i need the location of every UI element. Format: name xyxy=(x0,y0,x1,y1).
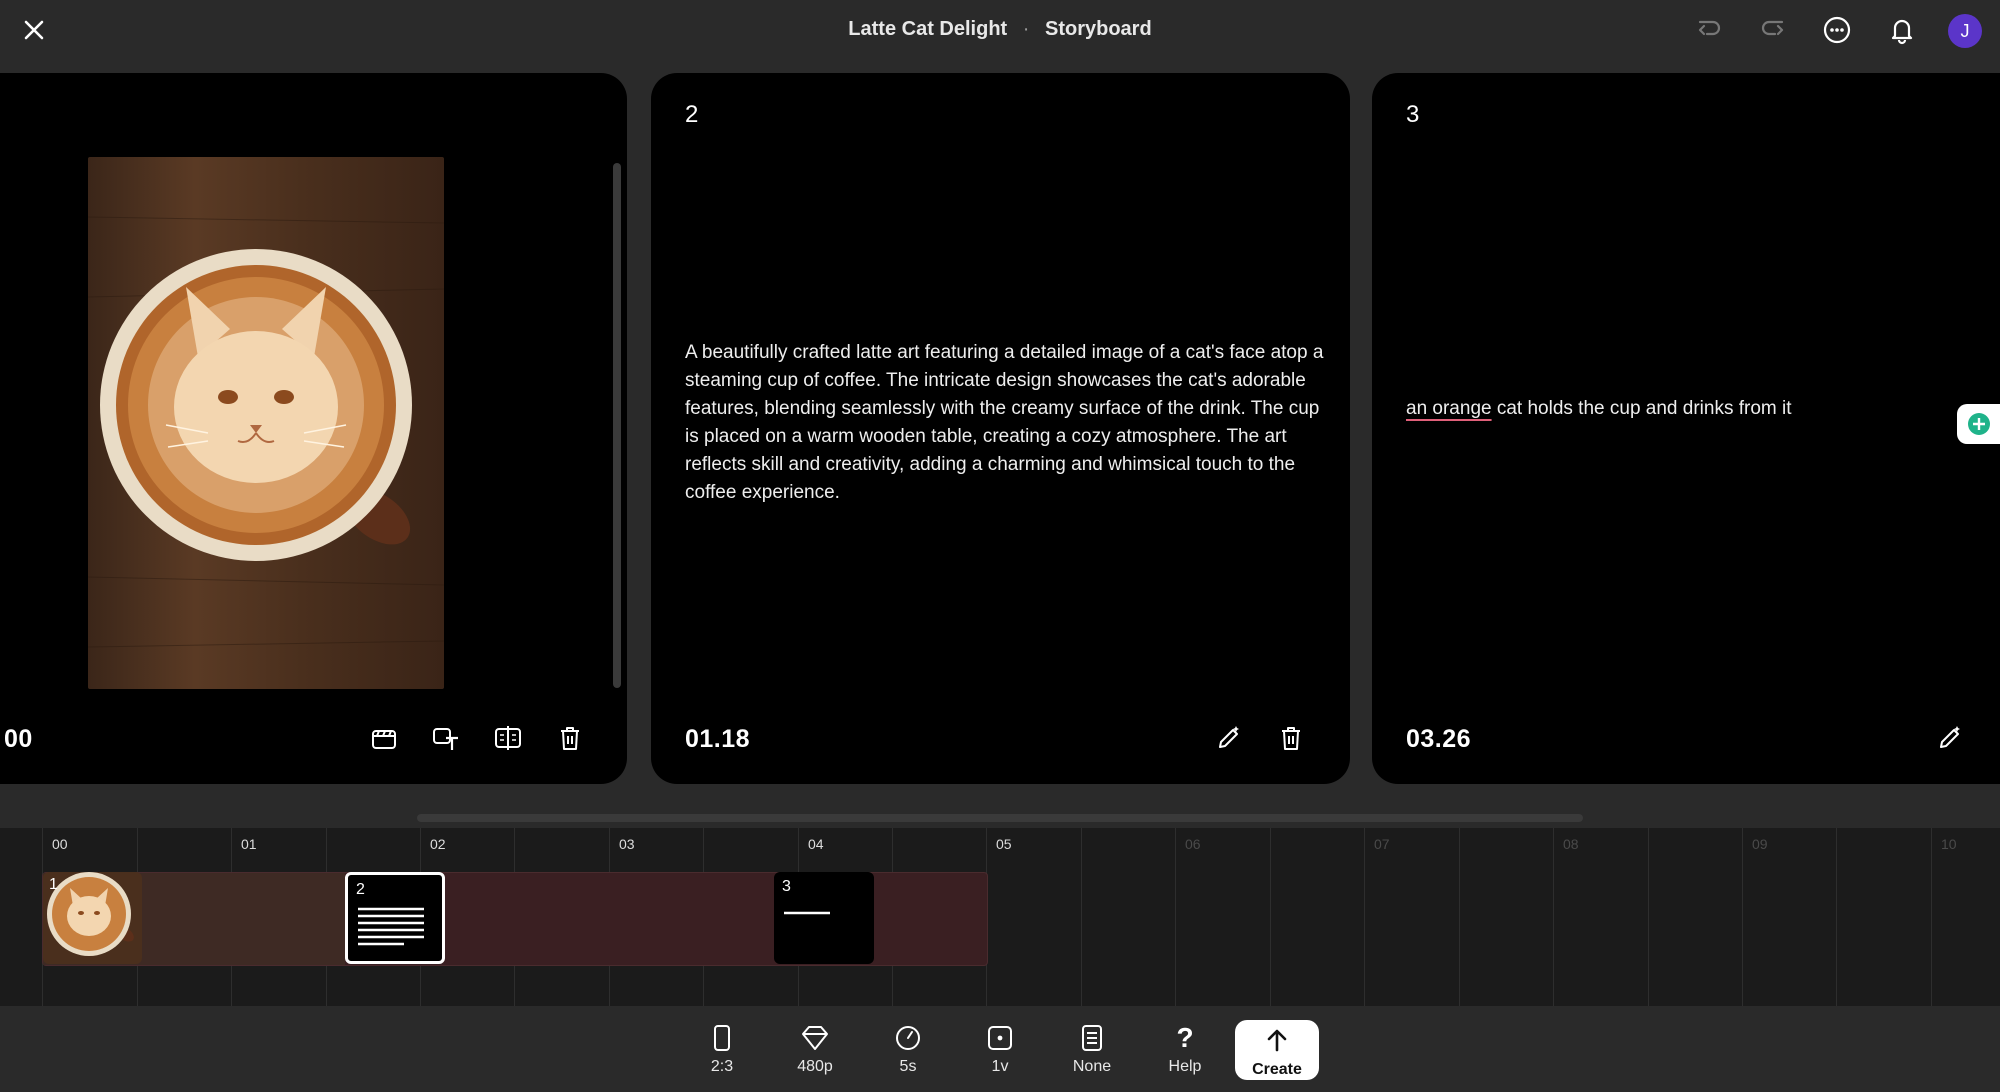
card-3-number: 3 xyxy=(1406,101,1420,128)
portrait-frame-icon xyxy=(714,1025,730,1051)
compare-icon xyxy=(495,726,521,750)
preset-label: None xyxy=(1072,1058,1112,1075)
undo-button[interactable] xyxy=(1692,12,1728,48)
compare-button[interactable] xyxy=(492,722,524,754)
clapperboard-icon xyxy=(372,730,396,749)
resolution-label: 480p xyxy=(797,1058,833,1075)
text-to-image-button[interactable] xyxy=(430,722,462,754)
ruler-tick-09: 09 xyxy=(1752,836,1768,852)
redo-button[interactable] xyxy=(1754,12,1790,48)
project-title: Latte Cat Delight xyxy=(848,18,1008,40)
text-lines-icon xyxy=(358,907,424,946)
latte-cat-illustration xyxy=(87,216,445,648)
edit-button[interactable] xyxy=(1934,722,1966,754)
edit-button[interactable] xyxy=(1213,722,1245,754)
card-2-timecode: 01.18 xyxy=(685,725,751,753)
delete-button[interactable] xyxy=(554,722,586,754)
storyboard-card-1[interactable]: 00 xyxy=(0,73,627,784)
ruler-tick-10: 10 xyxy=(1941,836,1957,852)
storyboard-card-3[interactable]: 3 an orange cat holds the cup and drinks… xyxy=(1372,73,2000,784)
top-bar: Latte Cat Delight · Storyboard J xyxy=(0,0,2000,62)
image-text-icon xyxy=(433,728,458,750)
ruler-tick-04: 04 xyxy=(808,836,824,852)
aspect-ratio-button[interactable]: 2:3 xyxy=(682,1022,762,1076)
trash-icon xyxy=(561,727,579,750)
duration-button[interactable]: 5s xyxy=(868,1022,948,1076)
dice-icon xyxy=(988,1026,1012,1050)
clock-icon xyxy=(896,1026,920,1050)
clip-button[interactable] xyxy=(368,722,400,754)
card-1-timecode: 00 xyxy=(4,725,33,753)
undo-icon xyxy=(1698,20,1721,36)
bell-icon xyxy=(1891,19,1913,45)
aspect-ratio-label: 2:3 xyxy=(710,1058,734,1075)
ruler-tick-01: 01 xyxy=(241,836,257,852)
ruler-tick-00: 00 xyxy=(52,836,68,852)
horizontal-scrollbar[interactable] xyxy=(417,814,1583,822)
redo-icon xyxy=(1761,20,1784,36)
card-scrollbar[interactable] xyxy=(613,163,621,688)
card-2-number: 2 xyxy=(685,101,699,128)
trash-icon xyxy=(1282,727,1300,750)
edit-pencil-icon xyxy=(1940,726,1960,748)
notifications-button[interactable] xyxy=(1884,12,1920,48)
title-separator: · xyxy=(1022,18,1030,40)
document-icon xyxy=(1082,1025,1102,1051)
grammar-assistant-button[interactable] xyxy=(1957,404,2000,444)
resolution-button[interactable]: 480p xyxy=(775,1022,855,1076)
variations-button[interactable]: 1v xyxy=(960,1022,1040,1076)
variations-label: 1v xyxy=(991,1058,1009,1075)
text-line-icon xyxy=(784,911,830,915)
preset-button[interactable]: None xyxy=(1052,1022,1132,1076)
spellcheck-highlight[interactable]: an orange xyxy=(1406,398,1492,419)
ruler-tick-03: 03 xyxy=(619,836,635,852)
delete-button[interactable] xyxy=(1275,722,1307,754)
bottom-toolbar: 2:3 480p 5s 1v None ? Help Create xyxy=(0,1006,2000,1092)
ruler-tick-06: 06 xyxy=(1185,836,1201,852)
timeline-clip-1[interactable]: 1 xyxy=(43,872,142,964)
assistant-icon xyxy=(1968,413,1990,435)
help-button[interactable]: ? Help xyxy=(1145,1022,1225,1076)
avatar[interactable]: J xyxy=(1948,14,1982,48)
help-label: Help xyxy=(1168,1058,1202,1075)
diamond-icon xyxy=(802,1026,828,1050)
ruler-tick-02: 02 xyxy=(430,836,446,852)
edit-pencil-icon xyxy=(1219,726,1239,748)
create-button[interactable]: Create xyxy=(1235,1020,1319,1080)
card-3-prompt-text: cat holds the cup and drinks from it xyxy=(1491,398,1792,419)
card-2-prompt[interactable]: A beautifully crafted latte art featurin… xyxy=(685,339,1325,507)
view-title: Storyboard xyxy=(1045,18,1152,40)
more-options-button[interactable] xyxy=(1819,12,1855,48)
more-icon xyxy=(1823,16,1851,44)
clip-1-number: 1 xyxy=(49,876,58,893)
ruler-tick-08: 08 xyxy=(1563,836,1579,852)
timeline-clip-3[interactable]: 3 xyxy=(774,872,874,964)
ruler-tick-07: 07 xyxy=(1374,836,1390,852)
ruler-tick-05: 05 xyxy=(996,836,1012,852)
timeline: 00 01 02 03 04 05 06 07 08 09 10 1 2 3 xyxy=(0,828,2000,1006)
card-3-prompt[interactable]: an orange cat holds the cup and drinks f… xyxy=(1406,395,2000,423)
create-label: Create xyxy=(1252,1061,1302,1078)
duration-label: 5s xyxy=(899,1058,917,1075)
question-icon: ? xyxy=(1176,1022,1194,1053)
storyboard-card-2[interactable]: 2 A beautifully crafted latte art featur… xyxy=(651,73,1350,784)
clip-2-number: 2 xyxy=(356,881,365,898)
clip-3-number: 3 xyxy=(782,878,791,895)
arrow-up-icon xyxy=(1267,1029,1287,1052)
card-3-timecode: 03.26 xyxy=(1406,725,1472,753)
timeline-clip-2[interactable]: 2 xyxy=(345,872,445,964)
latte-cat-image xyxy=(87,157,445,689)
